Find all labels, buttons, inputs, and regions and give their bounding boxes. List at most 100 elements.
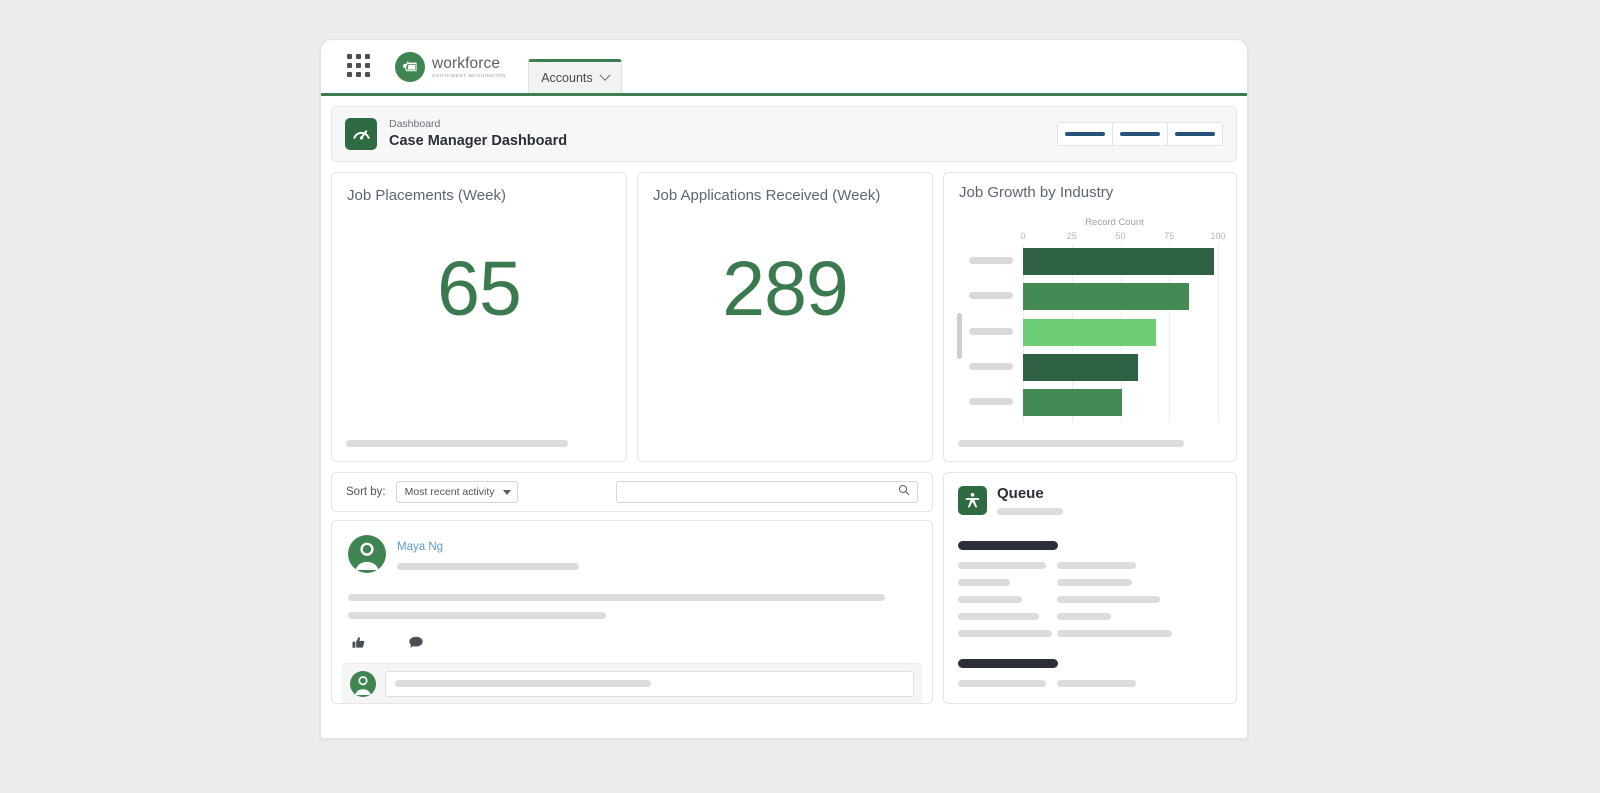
dashboard-actions — [1057, 122, 1223, 146]
queue-cell-placeholder — [1057, 630, 1172, 637]
chevron-down-icon — [598, 69, 611, 81]
global-navigation-bar: workforce SOUTHWEST WASHINGTON Accounts — [321, 40, 1247, 96]
chart-bar-row — [969, 283, 1218, 311]
chart-tick-label: 50 — [1115, 231, 1126, 241]
post-author-link[interactable]: Maya Ng — [397, 541, 443, 553]
dashboard-action-button-1[interactable] — [1057, 122, 1113, 146]
chart-bar[interactable] — [1023, 389, 1123, 416]
chart-bar[interactable] — [1023, 248, 1215, 275]
kpi-row: Job Placements (Week) 65 Job Application… — [331, 172, 1237, 462]
queue-card[interactable]: Queue — [943, 472, 1237, 704]
post-body-placeholder — [348, 612, 606, 619]
queue-cell-placeholder — [958, 630, 1052, 637]
chart-bar[interactable] — [1023, 318, 1156, 346]
queue-cell-placeholder — [958, 596, 1022, 603]
action-label-placeholder — [1175, 132, 1215, 136]
chart-x-axis-ticks: 0 25 50 75 100 — [1020, 231, 1225, 244]
queue-list-item[interactable] — [958, 579, 1222, 586]
brand-subtitle: SOUTHWEST WASHINGTON — [432, 72, 507, 78]
chart-category-label — [969, 292, 1013, 300]
queue-person-star-icon — [958, 486, 987, 515]
comment-bubble-icon[interactable] — [408, 635, 424, 655]
dashboard-action-button-3[interactable] — [1167, 122, 1223, 146]
kpi-title: Job Applications Received (Week) — [653, 187, 881, 204]
search-input[interactable] — [624, 486, 898, 498]
action-label-placeholder — [1120, 132, 1160, 136]
queue-list-item[interactable] — [958, 613, 1222, 620]
comment-placeholder — [395, 680, 651, 687]
queue-cell-placeholder — [1057, 562, 1136, 569]
sort-by-select[interactable]: Most recent activity — [395, 481, 518, 503]
queue-list-item[interactable] — [958, 562, 1222, 569]
chart-tick-label: 100 — [1210, 231, 1226, 241]
kpi-card-job-applications[interactable]: Job Applications Received (Week) 289 — [637, 172, 933, 462]
queue-list-item[interactable] — [958, 630, 1222, 637]
queue-cell-placeholder — [958, 613, 1039, 620]
washington-state-logo-icon — [395, 52, 425, 82]
queue-list — [958, 680, 1222, 687]
user-avatar-icon — [350, 670, 376, 697]
chart-card-job-growth[interactable]: Job Growth by Industry Record Count 0 25 5… — [943, 172, 1237, 462]
kpi-value: 289 — [722, 246, 848, 332]
page-body: Dashboard Case Manager Dashboard Job Pla… — [321, 96, 1247, 735]
user-avatar-icon[interactable] — [348, 535, 386, 573]
kpi-value: 65 — [437, 246, 522, 332]
chart-tick-label: 25 — [1066, 231, 1077, 241]
chart-title: Job Growth by Industry — [959, 184, 1114, 201]
chart-bar[interactable] — [1023, 283, 1189, 311]
queue-cell-placeholder — [1057, 680, 1136, 687]
bar-chart: Record Count 0 25 50 75 100 — [957, 217, 1226, 427]
sort-by-value: Most recent activity — [404, 486, 495, 498]
queue-cell-placeholder — [1057, 613, 1111, 620]
action-label-placeholder — [1065, 132, 1105, 136]
chart-tick-label: 75 — [1164, 231, 1175, 241]
chart-x-axis-label: Record Count — [1085, 217, 1144, 228]
chart-category-label — [969, 327, 1013, 335]
app-window: workforce SOUTHWEST WASHINGTON Accounts — [320, 39, 1248, 739]
queue-list-item[interactable] — [958, 680, 1222, 687]
chart-bar-row — [969, 318, 1218, 346]
chart-bar-row — [969, 389, 1218, 416]
chart-plot-area — [969, 244, 1219, 422]
kpi-title: Job Placements (Week) — [347, 187, 506, 204]
brand-logo[interactable]: workforce SOUTHWEST WASHINGTON — [395, 52, 506, 82]
post-timestamp-placeholder — [397, 563, 579, 570]
queue-list — [958, 562, 1222, 637]
chart-tick-label: 0 — [1020, 231, 1026, 241]
app-launcher-grid-icon[interactable] — [347, 54, 370, 77]
chart-bars — [969, 244, 1218, 422]
dashboard-action-button-2[interactable] — [1112, 122, 1168, 146]
feed-row: Sort by: Most recent activity Maya Ng Qu… — [331, 472, 1237, 704]
chart-bar[interactable] — [1023, 353, 1139, 381]
queue-section-heading — [958, 659, 1058, 668]
card-footer-placeholder — [346, 440, 568, 447]
queue-subtitle-placeholder — [997, 507, 1063, 515]
kpi-card-job-placements[interactable]: Job Placements (Week) 65 — [331, 172, 627, 462]
dashboard-header: Dashboard Case Manager Dashboard — [331, 106, 1237, 162]
card-footer-placeholder — [958, 440, 1184, 447]
queue-cell-placeholder — [958, 680, 1046, 687]
comment-composer — [342, 663, 922, 703]
feed-column: Sort by: Most recent activity Maya Ng — [331, 472, 933, 704]
page-title: Case Manager Dashboard — [389, 133, 568, 149]
queue-list-item[interactable] — [958, 596, 1222, 603]
feed-toolbar: Sort by: Most recent activity — [331, 472, 933, 512]
chart-category-label — [969, 398, 1013, 405]
chart-category-label — [969, 257, 1013, 264]
feed-search-box[interactable] — [616, 481, 918, 503]
comment-input[interactable] — [385, 670, 914, 697]
queue-cell-placeholder — [958, 562, 1046, 569]
queue-cell-placeholder — [1057, 579, 1132, 586]
chart-bar-row — [969, 248, 1218, 275]
post-body-placeholder — [348, 594, 885, 601]
chart-bar-row — [969, 353, 1218, 381]
queue-cell-placeholder — [1057, 596, 1160, 603]
breadcrumb: Dashboard — [389, 117, 441, 130]
thumbs-up-icon[interactable] — [351, 635, 366, 655]
search-icon[interactable] — [898, 483, 910, 501]
tab-accounts-label: Accounts — [541, 70, 593, 85]
tab-accounts[interactable]: Accounts — [528, 59, 622, 93]
queue-section-heading — [958, 541, 1058, 550]
feed-post: Maya Ng — [331, 520, 933, 704]
queue-cell-placeholder — [958, 579, 1010, 586]
